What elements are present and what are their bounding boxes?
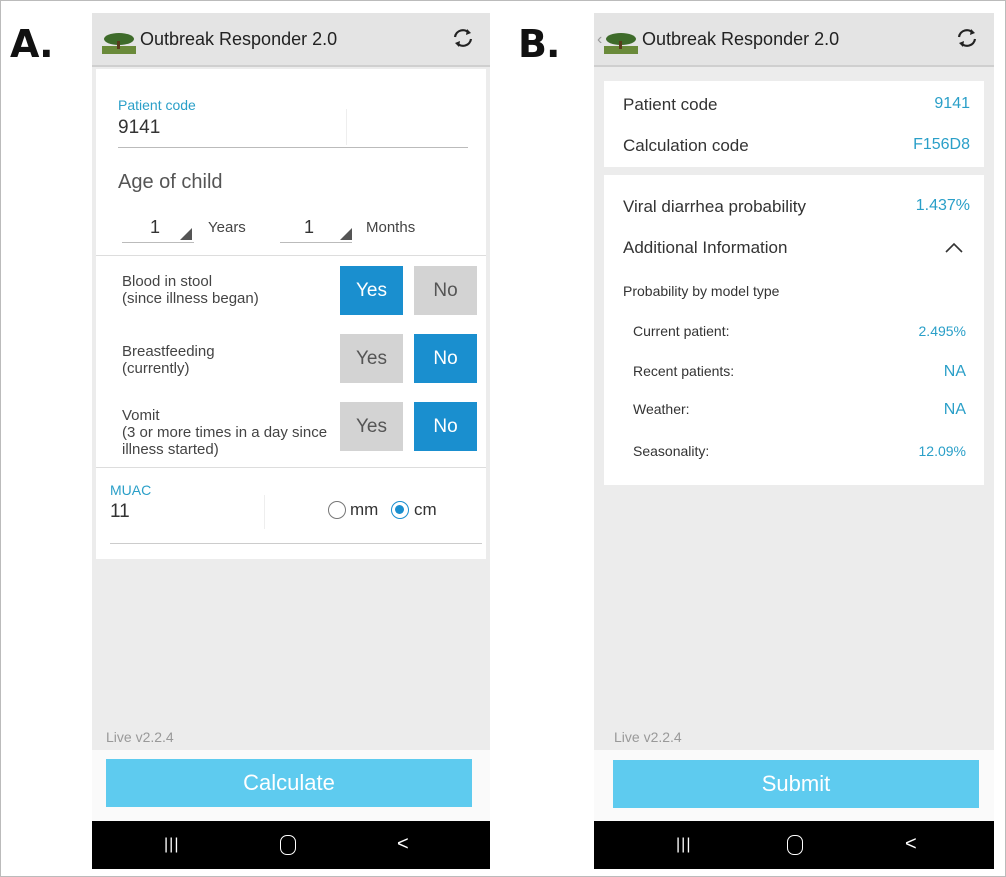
blood-yes-button[interactable]: Yes	[340, 266, 403, 315]
model-weather-label: Weather:	[633, 401, 690, 417]
patient-code-value: 9141	[934, 95, 970, 112]
version-label: Live v2.2.4	[614, 729, 682, 745]
model-recent-label: Recent patients:	[633, 363, 735, 379]
question-label-line: (currently)	[122, 360, 190, 377]
phone-screen-b: ‹ Outbreak Responder 2.0 Patient code 91…	[594, 13, 994, 869]
question-breastfeeding: Breastfeeding (currently)	[122, 343, 215, 377]
vomit-yes-button[interactable]: Yes	[340, 402, 403, 451]
refresh-icon[interactable]	[954, 25, 980, 51]
patient-code-underline	[118, 147, 468, 148]
calculation-code-label: Calculation code	[623, 136, 749, 155]
age-months-underline	[280, 242, 352, 243]
patient-code-input[interactable]: 9141	[118, 117, 160, 139]
field-divider	[264, 495, 265, 529]
app-title-bar: Outbreak Responder 2.0	[92, 13, 490, 67]
back-icon[interactable]: <	[905, 833, 917, 856]
field-divider	[346, 109, 347, 145]
age-months-label: Months	[366, 219, 416, 236]
radio-selected-dot	[395, 505, 404, 514]
age-years-underline	[122, 242, 194, 243]
model-weather-value: NA	[943, 401, 966, 418]
muac-label: MUAC	[110, 482, 152, 498]
viral-probability-value: 1.437%	[915, 197, 970, 214]
model-seasonality-label: Seasonality:	[633, 443, 710, 459]
question-label-line: Blood in stool	[122, 273, 213, 290]
breastfeeding-no-button[interactable]: No	[414, 334, 477, 383]
panel-letter-a: A.	[10, 22, 54, 66]
recent-apps-icon[interactable]: |||	[676, 836, 691, 854]
model-type-heading: Probability by model type	[623, 283, 780, 299]
app-title-bar: ‹ Outbreak Responder 2.0	[594, 13, 994, 67]
model-seasonality-value: 12.09%	[918, 443, 966, 459]
age-years-spinner[interactable]: 1	[150, 217, 160, 238]
model-current-value: 2.495%	[918, 323, 966, 339]
age-months-spinner[interactable]: 1	[304, 217, 314, 238]
app-title: Outbreak Responder 2.0	[642, 29, 840, 49]
muac-underline	[110, 543, 482, 544]
age-heading: Age of child	[118, 171, 223, 193]
result-card: Viral diarrhea probability 1.437% Additi…	[604, 175, 984, 485]
unit-cm-radio[interactable]	[391, 501, 409, 519]
dropdown-triangle-icon	[340, 228, 352, 240]
section-divider	[96, 467, 486, 468]
android-nav-bar: ||| <	[594, 821, 994, 869]
viral-probability-label: Viral diarrhea probability	[623, 197, 807, 216]
unit-mm-label: mm	[350, 500, 379, 519]
blood-no-button[interactable]: No	[414, 266, 477, 315]
tree-logo-icon	[604, 33, 638, 54]
submit-button[interactable]: Submit	[613, 760, 979, 808]
back-chevron-icon[interactable]: ‹	[597, 31, 602, 49]
calculation-code-value: F156D8	[913, 136, 970, 153]
additional-info-toggle[interactable]: Additional Information	[623, 238, 787, 258]
phone-screen-a: Outbreak Responder 2.0 Patient code 9141…	[92, 13, 490, 869]
question-label-line: Vomit	[122, 407, 160, 424]
section-divider	[96, 255, 486, 256]
breastfeeding-yes-button[interactable]: Yes	[340, 334, 403, 383]
dropdown-triangle-icon	[180, 228, 192, 240]
home-icon[interactable]	[280, 835, 296, 855]
refresh-icon[interactable]	[450, 25, 476, 51]
question-vomit: Vomit (3 or more times in a day since il…	[122, 407, 327, 458]
age-years-label: Years	[208, 219, 246, 236]
question-blood-in-stool: Blood in stool (since illness began)	[122, 273, 259, 307]
tree-logo-icon	[102, 33, 136, 54]
question-label-line: illness started)	[122, 441, 219, 458]
patient-code-label: Patient code	[623, 95, 718, 114]
calculate-button[interactable]: Calculate	[106, 759, 472, 807]
question-label-line: (since illness began)	[122, 290, 259, 307]
vomit-no-button[interactable]: No	[414, 402, 477, 451]
patient-info-card: Patient code 9141 Calculation code F156D…	[604, 81, 984, 167]
question-label-line: Breastfeeding	[122, 343, 215, 360]
chevron-up-icon[interactable]	[944, 241, 964, 255]
unit-cm-label: cm	[414, 500, 437, 519]
patient-code-label: Patient code	[118, 97, 196, 113]
question-label-line: (3 or more times in a day since	[122, 424, 328, 441]
home-icon[interactable]	[787, 835, 803, 855]
model-current-label: Current patient:	[633, 323, 730, 339]
model-recent-value: NA	[943, 363, 966, 380]
version-label: Live v2.2.4	[106, 729, 174, 745]
android-nav-bar: ||| <	[92, 821, 490, 869]
muac-input[interactable]: 11	[110, 501, 130, 523]
recent-apps-icon[interactable]: |||	[164, 836, 179, 854]
patient-form-card: Patient code 9141 Age of child 1 Years 1…	[96, 69, 486, 559]
back-icon[interactable]: <	[397, 833, 409, 856]
unit-mm-radio[interactable]	[328, 501, 346, 519]
panel-letter-b: B.	[518, 22, 560, 66]
app-title: Outbreak Responder 2.0	[140, 29, 338, 49]
